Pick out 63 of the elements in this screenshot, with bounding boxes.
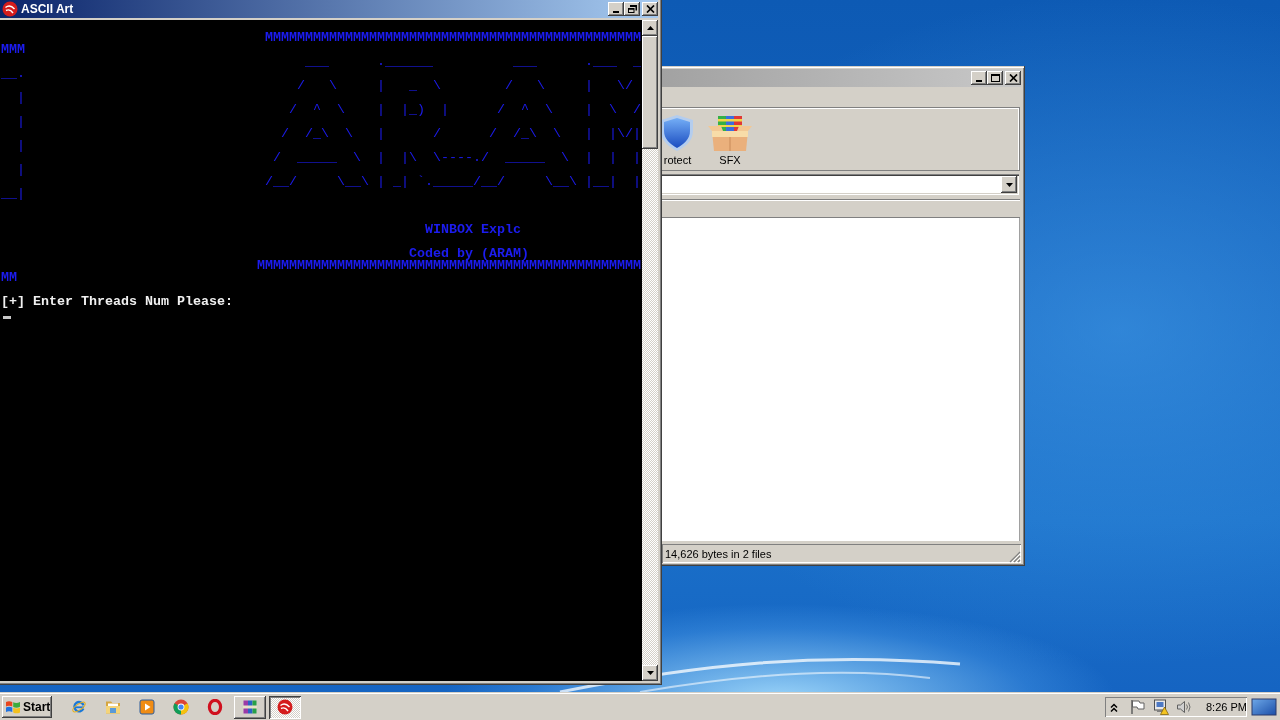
maximize-icon <box>990 74 1000 82</box>
ascii-art-row: | <box>17 116 25 128</box>
ascii-border-row: MMMMMMMMMMMMMMMMMMMMMMMMMMMMMMMMMMMMMMMMMMMMMMMM <box>257 260 641 272</box>
start-button[interactable]: Start <box>2 696 52 718</box>
segmented-circle-icon[interactable] <box>173 699 189 715</box>
up-arrow-icon <box>646 26 654 30</box>
ascii-art-row: / \ | _ \ / \ | \/ <box>297 80 633 92</box>
ascii-border-row: MMMMMMMMMMMMMMMMMMMMMMMMMMMMMMMMMMMMMMMMMMMMMMM <box>265 32 641 44</box>
taskbar-button[interactable] <box>234 695 266 719</box>
windows-flag-icon <box>5 699 21 715</box>
restore-button[interactable] <box>624 2 640 16</box>
scrollbar-thumb[interactable] <box>642 36 658 149</box>
close-button[interactable] <box>642 2 658 16</box>
caret-icon <box>1005 182 1013 187</box>
close-icon <box>645 5 655 13</box>
ascii-art-row: __| <box>1 188 25 200</box>
down-arrow-icon <box>646 671 654 675</box>
console-prompt: [+] Enter Threads Num Please: <box>1 296 233 308</box>
close-button[interactable] <box>1005 71 1021 85</box>
taskbar-button[interactable] <box>269 695 301 719</box>
ascii-art-row: | <box>17 164 25 176</box>
clock-text[interactable]: 8:26 PM <box>1206 701 1247 713</box>
scrollbar[interactable] <box>642 20 658 681</box>
ascii-art-row: | <box>17 140 25 152</box>
disc-logo-icon <box>277 699 293 715</box>
disc-logo-icon <box>2 1 18 17</box>
minimize-button[interactable] <box>971 71 987 85</box>
stacked-books-icon <box>242 699 258 715</box>
window-title: ASCII Art <box>21 2 74 16</box>
chevron-up-icon[interactable] <box>1110 702 1118 712</box>
ascii-art-row: / _____ \ | |\ \----./ _____ \ | | | <box>273 152 641 164</box>
ring-logo-icon[interactable] <box>207 699 223 715</box>
speaker-icon[interactable] <box>1176 699 1192 715</box>
close-icon <box>1008 74 1018 82</box>
ascii-art-row: / /_\ \ | / / /_\ \ | |\/| <box>281 128 641 140</box>
ascii-art-row: /__/ \__\ | _| `._____/__/ \__\ |__| | <box>265 176 641 188</box>
ascii-art-row: / ^ \ | |_) | / ^ \ | \ / <box>289 104 641 116</box>
ascii-art-row: ___ .______ ___ .___ _ <box>305 56 641 68</box>
toolbar-button[interactable]: rotect <box>662 114 693 167</box>
maximize-button[interactable] <box>987 71 1003 85</box>
archive-box-icon <box>708 114 752 152</box>
ascii-art-row: | <box>17 92 25 104</box>
scroll-up-button[interactable] <box>642 20 658 36</box>
status-text: 14,626 bytes in 2 files <box>665 547 772 560</box>
toolbar-button[interactable]: SFX <box>706 114 754 167</box>
network-warning-icon[interactable] <box>1153 699 1169 715</box>
play-icon[interactable] <box>139 699 155 715</box>
ascii-border-row: MMM <box>1 44 25 56</box>
scroll-down-button[interactable] <box>642 665 658 681</box>
minimize-button[interactable] <box>608 2 624 16</box>
resize-grip-icon[interactable] <box>1009 551 1021 563</box>
folder-icon[interactable] <box>105 699 121 715</box>
ascii-art-row: __. <box>1 68 25 80</box>
console-text: Coded by (ARAM) <box>409 248 529 260</box>
ascii-border-row: MM <box>1 272 17 284</box>
show-desktop-icon[interactable] <box>1251 697 1277 717</box>
path-combobox[interactable] <box>662 174 1019 195</box>
e-logo-icon[interactable] <box>71 699 87 715</box>
dropdown-button[interactable] <box>1001 176 1017 193</box>
flag-icon[interactable] <box>1130 699 1145 715</box>
restore-icon <box>627 5 637 13</box>
shield-icon <box>662 114 693 152</box>
console-text: WINBOX Explc <box>425 224 521 236</box>
